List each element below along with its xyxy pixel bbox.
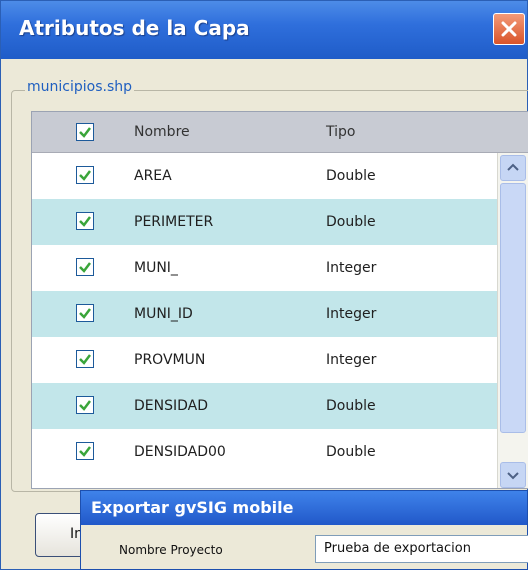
table-header: Nombre Tipo [32, 112, 528, 153]
attributes-dialog: Atributos de la Capa municipios.shp Nomb… [0, 0, 528, 570]
dialog-title: Atributos de la Capa [19, 16, 250, 40]
scroll-down-button[interactable] [500, 462, 526, 488]
row-checkbox[interactable] [76, 258, 94, 276]
row-checkbox[interactable] [76, 212, 94, 230]
row-checkbox[interactable] [76, 350, 94, 368]
scroll-thumb[interactable] [500, 183, 526, 433]
check-icon [79, 216, 91, 227]
chevron-up-icon [507, 163, 519, 171]
field-type: Double [326, 444, 376, 460]
check-icon [79, 400, 91, 411]
check-icon [79, 354, 91, 365]
field-name: DENSIDAD00 [134, 444, 226, 460]
row-checkbox[interactable] [76, 396, 94, 414]
check-icon [79, 308, 91, 319]
table-row[interactable]: AREA Double [32, 153, 498, 199]
row-checkbox[interactable] [76, 166, 94, 184]
export-title-bar[interactable]: Exportar gvSIG mobile [81, 491, 527, 525]
row-checkbox[interactable] [76, 442, 94, 460]
attributes-table: Nombre Tipo AREA Double PERIMETER Double… [31, 111, 528, 489]
column-header-name[interactable]: Nombre [134, 112, 190, 152]
check-icon [79, 262, 91, 273]
check-icon [79, 446, 91, 457]
close-button[interactable] [493, 13, 525, 45]
select-all-checkbox[interactable] [76, 123, 94, 141]
export-dialog-title: Exportar gvSIG mobile [91, 498, 294, 517]
table-row[interactable]: DENSIDAD Double [32, 383, 498, 429]
table-row[interactable]: MUNI_ Integer [32, 245, 498, 291]
table-row[interactable]: PROVMUN Integer [32, 337, 498, 383]
table-row[interactable]: PERIMETER Double [32, 199, 498, 245]
table-row[interactable]: MUNI_ID Integer [32, 291, 498, 337]
field-name: MUNI_ID [134, 306, 193, 322]
table-row[interactable]: DENSIDAD00 Double [32, 429, 498, 475]
field-type: Integer [326, 352, 377, 368]
column-header-type[interactable]: Tipo [326, 112, 355, 152]
field-type: Integer [326, 260, 377, 276]
field-name: PERIMETER [134, 214, 214, 230]
title-bar[interactable]: Atributos de la Capa [1, 1, 527, 59]
check-icon [79, 170, 91, 181]
field-name: AREA [134, 168, 172, 184]
field-type: Double [326, 214, 376, 230]
project-name-label: Nombre Proyecto [119, 543, 223, 557]
check-icon [79, 127, 91, 138]
row-checkbox[interactable] [76, 304, 94, 322]
scroll-up-button[interactable] [500, 155, 526, 181]
export-dialog: Exportar gvSIG mobile Nombre Proyecto Pr… [80, 490, 528, 570]
close-icon [501, 21, 517, 37]
layer-file-label: municipios.shp [25, 79, 134, 95]
field-type: Double [326, 168, 376, 184]
field-name: PROVMUN [134, 352, 206, 368]
project-name-field[interactable]: Prueba de exportacion [315, 535, 528, 563]
field-type: Integer [326, 306, 377, 322]
vertical-scrollbar[interactable] [497, 153, 528, 488]
field-name: DENSIDAD [134, 398, 209, 414]
field-name: MUNI_ [134, 260, 178, 276]
field-type: Double [326, 398, 376, 414]
chevron-down-icon [507, 472, 519, 480]
